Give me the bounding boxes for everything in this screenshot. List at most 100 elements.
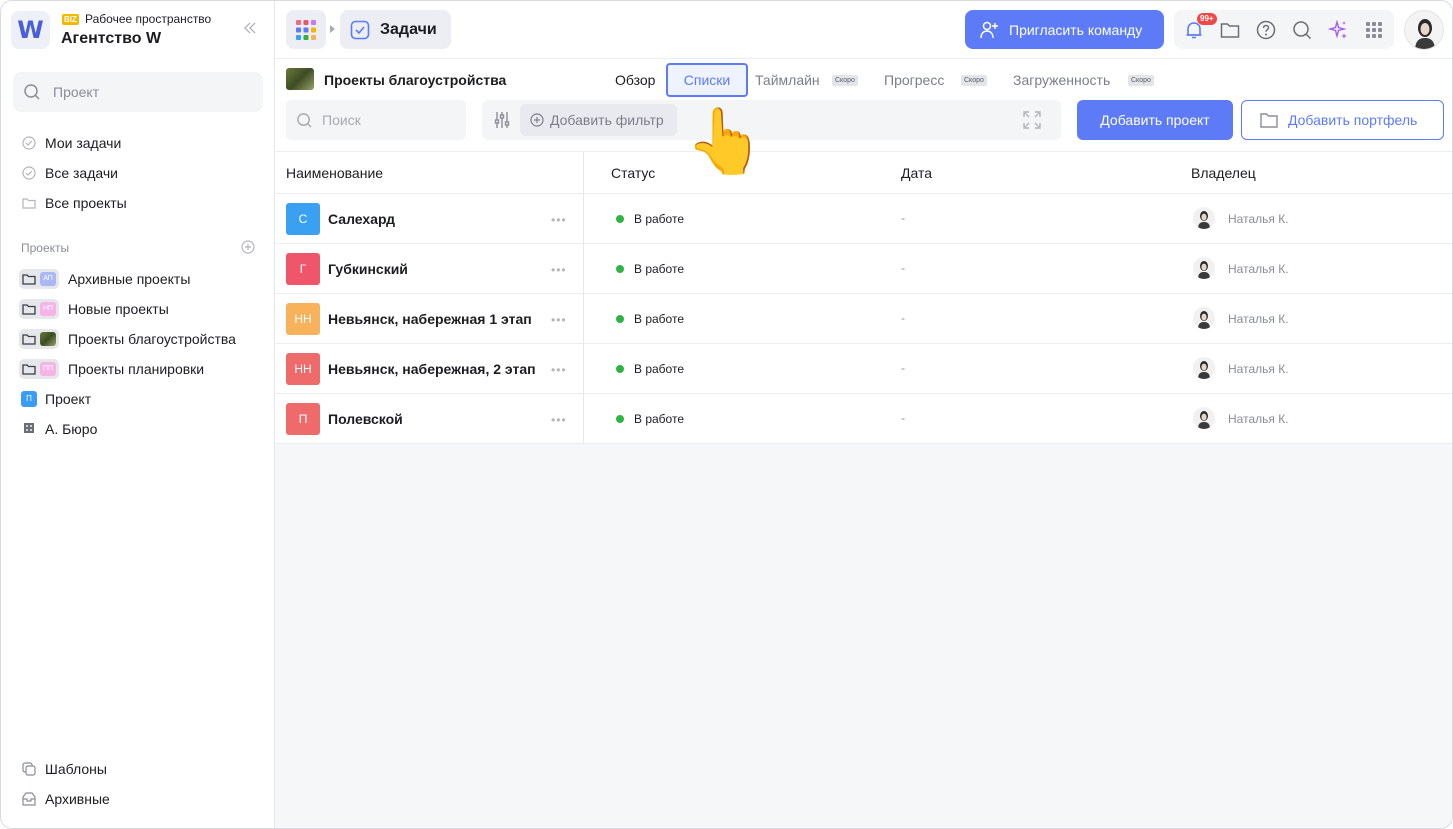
notifications-count-badge: 99+ — [1197, 13, 1217, 25]
table-row[interactable]: НН Невьянск, набережная, 2 этап ••• В работ… — [275, 344, 1452, 394]
portfolio-badge: ПП — [40, 362, 56, 376]
column-header-name[interactable]: Наименование — [286, 165, 383, 181]
sidebar-item-new-projects[interactable]: НП Новые проекты — [19, 298, 169, 320]
tab-lists[interactable]: Списки — [666, 63, 748, 97]
date-value[interactable]: - — [901, 411, 905, 425]
archive-icon — [21, 791, 37, 807]
apps-menu-button[interactable] — [286, 10, 326, 49]
top-bar: Задачи Пригласить команду 99+ — [275, 1, 1452, 59]
column-header-owner[interactable]: Владелец — [1191, 165, 1256, 181]
tab-workload-soon-badge: Скоро — [1128, 75, 1154, 86]
search-icon — [297, 113, 312, 128]
sidebar-item-label: Архивные — [45, 791, 110, 807]
breadcrumb-tasks[interactable]: Задачи — [340, 10, 451, 49]
search-button[interactable] — [1291, 19, 1313, 41]
date-value[interactable]: - — [901, 211, 905, 225]
sidebar-item-archived[interactable]: Архивные — [21, 788, 110, 810]
owner-name[interactable]: Наталья К. — [1228, 312, 1289, 326]
add-project-button[interactable]: Добавить проект — [1077, 100, 1233, 140]
project-search-input[interactable]: Поиск — [286, 100, 466, 140]
more-options-icon[interactable]: ••• — [551, 263, 567, 277]
project-initials-badge: Г — [286, 253, 320, 285]
expand-icon[interactable] — [1023, 111, 1041, 129]
folder-icon — [22, 334, 36, 345]
sidebar-item-label: Мои задачи — [45, 135, 122, 151]
add-project-icon[interactable] — [241, 240, 255, 257]
tab-overview[interactable]: Обзор — [615, 72, 655, 88]
search-icon — [1293, 21, 1312, 40]
status-label[interactable]: В работе — [634, 412, 684, 426]
owner-name[interactable]: Наталья К. — [1228, 412, 1289, 426]
more-options-icon[interactable]: ••• — [551, 213, 567, 227]
owner-name[interactable]: Наталья К. — [1228, 262, 1289, 276]
sidebar-item-templates[interactable]: Шаблоны — [21, 758, 107, 780]
tab-workload[interactable]: Загруженность — [1013, 72, 1110, 88]
sidebar-item-landscaping-projects[interactable]: Проекты благоустройства — [19, 328, 236, 350]
projects-section-label: Проекты — [21, 241, 70, 255]
files-button[interactable] — [1219, 19, 1241, 41]
status-label[interactable]: В работе — [634, 312, 684, 326]
breadcrumb-label: Задачи — [380, 20, 437, 38]
project-name[interactable]: Салехард — [328, 211, 395, 227]
project-initials-badge: НН — [286, 303, 320, 335]
workspace-subtitle: Рабочее пространство — [85, 12, 212, 26]
project-name[interactable]: Невьянск, набережная, 2 этап — [328, 361, 536, 377]
add-portfolio-label: Добавить портфель — [1288, 112, 1418, 128]
add-portfolio-button[interactable]: Добавить портфель — [1241, 100, 1444, 140]
portfolio-pill: ПП — [19, 359, 59, 379]
more-options-icon[interactable]: ••• — [551, 313, 567, 327]
add-filter-button[interactable]: Добавить фильтр — [520, 104, 677, 136]
add-filter-label: Добавить фильтр — [550, 112, 664, 128]
table-row[interactable]: П Полевской ••• В работе - Наталья К. — [275, 394, 1452, 444]
status-label[interactable]: В работе — [634, 362, 684, 376]
project-header: Проекты благоустройства Обзор Списки Тай… — [275, 59, 1452, 151]
main-content: Наименование Статус Дата Владелец С Салех… — [275, 151, 1452, 828]
column-header-date[interactable]: Дата — [901, 165, 932, 181]
building-icon — [21, 421, 37, 437]
add-user-icon — [980, 21, 998, 38]
sidebar-item-my-tasks[interactable]: Мои задачи — [21, 132, 121, 154]
help-button[interactable] — [1255, 19, 1277, 41]
grid-menu-button[interactable] — [1363, 19, 1385, 41]
user-avatar[interactable] — [1404, 10, 1444, 50]
date-value[interactable]: - — [901, 261, 905, 275]
owner-avatar — [1193, 307, 1215, 329]
workspace-switcher[interactable]: W BIZ Рабочее пространство Агентство W — [11, 11, 265, 51]
sidebar-item-label: Шаблоны — [45, 761, 107, 777]
sidebar-item-a-buro[interactable]: А. Бюро — [19, 418, 97, 440]
sidebar-item-project[interactable]: П Проект — [19, 388, 91, 410]
owner-name[interactable]: Наталья К. — [1228, 362, 1289, 376]
table-row[interactable]: Г Губкинский ••• В работе - Наталья К. — [275, 244, 1452, 294]
sidebar-item-label: Все задачи — [45, 165, 118, 181]
tab-progress[interactable]: Прогресс — [884, 72, 944, 88]
folder-icon — [22, 364, 36, 375]
sidebar-item-all-projects[interactable]: Все проекты — [21, 192, 127, 214]
date-value[interactable]: - — [901, 311, 905, 325]
status-label[interactable]: В работе — [634, 212, 684, 226]
sliders-icon[interactable] — [493, 111, 511, 129]
workspace-logo-letter: W — [17, 16, 44, 44]
project-name[interactable]: Полевской — [328, 411, 403, 427]
table-row[interactable]: С Салехард ••• В работе - Наталья К. — [275, 194, 1452, 244]
tab-timeline[interactable]: Таймлайн — [755, 72, 820, 88]
more-options-icon[interactable]: ••• — [551, 413, 567, 427]
project-name[interactable]: Невьянск, набережная 1 этап — [328, 311, 532, 327]
ai-assistant-button[interactable] — [1327, 19, 1349, 41]
sidebar-item-all-tasks[interactable]: Все задачи — [21, 162, 118, 184]
filter-bar: Добавить фильтр — [482, 100, 1061, 140]
table-row[interactable]: НН Невьянск, набережная 1 этап ••• В работе… — [275, 294, 1452, 344]
column-header-status[interactable]: Статус — [611, 165, 655, 181]
owner-name[interactable]: Наталья К. — [1228, 212, 1289, 226]
project-name[interactable]: Губкинский — [328, 261, 408, 277]
more-options-icon[interactable]: ••• — [551, 363, 567, 377]
sidebar-item-planning-projects[interactable]: ПП Проекты планировки — [19, 358, 204, 380]
portfolio-badge: АП — [40, 272, 56, 286]
invite-team-button[interactable]: Пригласить команду — [965, 10, 1164, 49]
sidebar-search-input[interactable]: Проект — [13, 72, 263, 112]
portfolio-pill: АП — [19, 269, 59, 289]
sidebar-item-archive-projects[interactable]: АП Архивные проекты — [19, 268, 190, 290]
folder-icon — [1260, 113, 1278, 128]
collapse-sidebar-icon[interactable] — [241, 19, 259, 41]
status-label[interactable]: В работе — [634, 262, 684, 276]
date-value[interactable]: - — [901, 361, 905, 375]
